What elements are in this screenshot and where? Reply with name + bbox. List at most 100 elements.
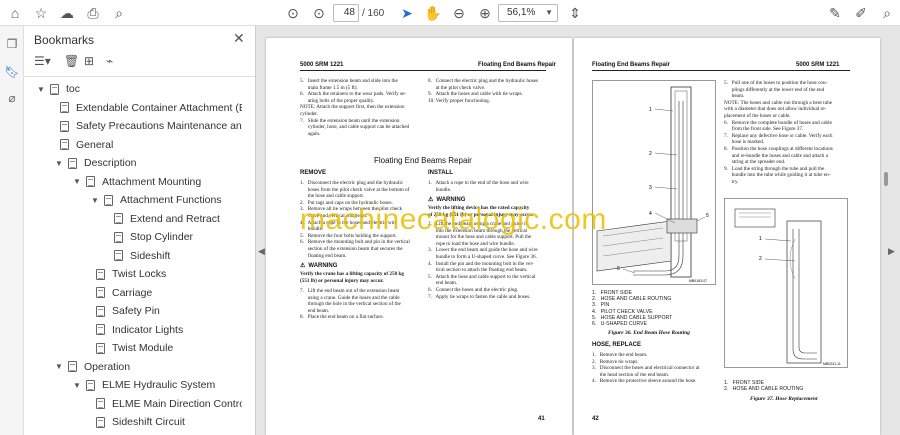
install-warning-label: WARNING	[428, 196, 465, 203]
text-line: bundle into the tube while guiding it at…	[724, 172, 831, 179]
figure-37-drawing: 1 2 MB0231-11	[734, 208, 841, 366]
text-line: 5. Insert the extension beam and slide i…	[300, 78, 398, 84]
select-cursor-icon[interactable]: ➤	[398, 4, 416, 22]
chevron-down-icon[interactable]: ▼	[90, 196, 100, 205]
bookmark-icon	[96, 268, 105, 280]
bookmark-item[interactable]: Safety Precautions Maintenance and Repai…	[60, 117, 242, 135]
text-line: through the hole in the vertical section…	[300, 301, 401, 308]
bookmark-item[interactable]: Carriage	[96, 284, 152, 302]
chevron-down-icon[interactable]: ▼	[36, 85, 46, 94]
page-number: 42	[592, 416, 599, 422]
text-line: 7. Replace any defective hose or cable. …	[724, 132, 833, 139]
bookmark-item[interactable]: ▼ ELME Hydraulic System	[72, 376, 215, 394]
col2-top-text: 8. Connect the electric plug and the hyd…	[428, 78, 550, 104]
page-number: 41	[538, 416, 545, 422]
bookmark-item[interactable]: ▼ Attachment Mounting	[72, 173, 201, 191]
callout-1: 1	[649, 107, 652, 113]
bookmark-item[interactable]: Sideshift Circuit	[96, 413, 185, 431]
figure-36-end-beam-hose-routing: 1 2 3 4 5 6 MB0163-07	[592, 80, 716, 285]
text-line: tical section to attach the floating end…	[428, 267, 528, 274]
bookmark-item[interactable]: Extendable Container Attachment (Elme)	[60, 99, 242, 117]
bookmark-item[interactable]: Stop Cylinder	[114, 228, 193, 246]
home-icon[interactable]: ⌂	[6, 4, 24, 22]
bookmark-icon	[60, 102, 69, 113]
figure-code: MB0231-11	[823, 362, 841, 366]
bookmark-item[interactable]: Sideshift	[114, 247, 170, 265]
bookmark-star-icon[interactable]: ☆	[32, 4, 50, 22]
page-header-right: Floating End Beams Repair	[478, 62, 557, 68]
bookmark-item[interactable]: General	[60, 136, 113, 154]
bookmarks-icon[interactable]: 🔖︎	[4, 64, 20, 80]
chevron-down-icon[interactable]: ▼	[54, 159, 64, 168]
bookmark-icon	[86, 379, 95, 391]
page-header-left: 5000 SRM 1221	[300, 62, 344, 68]
next-page-icon[interactable]: ⊙	[310, 4, 328, 22]
search-icon[interactable]: ⌕	[878, 4, 896, 22]
text-line: at the pilot check valve.	[428, 84, 486, 91]
chevron-down-icon[interactable]: ▼	[72, 177, 82, 186]
bookmark-item[interactable]: ▼ Attachment Functions	[90, 191, 222, 209]
scroll-left-icon[interactable]: ◀	[258, 246, 265, 257]
add-bookmark-icon[interactable]: ⊞	[84, 54, 94, 70]
callout-2: 2	[759, 256, 762, 262]
figure-37-legend: 1. FRONT SIDE 2. HOSE AND CABLE ROUTING	[724, 380, 848, 392]
scroll-right-icon[interactable]: ▶	[888, 246, 895, 257]
page-42: Floating End Beams Repair 5000 SRM 1221	[574, 38, 880, 435]
close-icon[interactable]: ✕	[233, 30, 245, 47]
page-total: / 160	[362, 8, 385, 19]
document-scrollbar[interactable]	[884, 172, 888, 186]
options-menu-icon[interactable]: ☰▾	[34, 54, 51, 70]
text-line: 8. Place the end beam on a flat surface.	[300, 314, 384, 321]
text-line: 9. Load the string through the tube and …	[724, 165, 825, 172]
tools-pen-icon[interactable]: ✐	[852, 4, 870, 22]
bookmark-icon	[86, 176, 95, 187]
hand-tool-icon[interactable]: ✋	[424, 4, 442, 22]
bookmark-label: General	[76, 138, 114, 151]
bookmark-item[interactable]: Safety Pin	[96, 302, 160, 320]
page-header-left: Floating End Beams Repair	[592, 62, 671, 68]
text-line: 6. Attach the retainers to the wear pads…	[300, 91, 407, 98]
col1-top-text: 5. Insert the extension beam and slide i…	[300, 78, 422, 137]
text-line: the head section of the end beam.	[592, 371, 670, 378]
chevron-down-icon[interactable]: ▼	[72, 381, 82, 390]
sign-pen-icon[interactable]: ✎	[826, 4, 844, 22]
chevron-down-icon[interactable]: ▼	[54, 362, 64, 371]
text-line: 2. HOSE AND CABLE ROUTING	[724, 386, 804, 393]
left-rail: ❐ 🔖︎ ⌀	[0, 26, 24, 435]
zoom-level-select[interactable]: 56,1% ▼	[498, 4, 558, 22]
zoom-level-value: 56,1%	[507, 7, 536, 18]
bookmark-item[interactable]: Twist Module	[96, 339, 173, 357]
bookmark-item[interactable]: Twist Locks	[96, 265, 166, 283]
delete-bookmark-icon[interactable]: 🗑︎	[64, 54, 79, 70]
bookmark-tag-icon[interactable]: ⌁	[106, 54, 113, 70]
toolbar: ⌂ ☆ ☁ ⎙ ⌕ ⊙ ⊙ 48 / 160 ➤ ✋ ⊖ ⊕ 56,1% ▼ ⇕…	[0, 0, 900, 26]
text-line: 8. Connect the electric plug and the hyd…	[428, 78, 538, 84]
page-thumbnails-icon[interactable]: ❐	[4, 36, 20, 52]
print-icon[interactable]: ⎙	[84, 4, 102, 22]
zoom-in-icon[interactable]: ⊕	[476, 4, 494, 22]
bookmark-label: Description	[84, 157, 137, 169]
page-header-right: 5000 SRM 1221	[796, 62, 840, 68]
bookmark-item[interactable]: Extend and Retract	[114, 210, 220, 228]
callout-1: 1	[759, 236, 762, 242]
bookmark-item[interactable]: ▼ Description	[54, 154, 137, 172]
zoom-out-icon[interactable]: ⊖	[450, 4, 468, 22]
bookmark-item[interactable]: Indicator Lights	[96, 321, 183, 339]
text-line: 7. Apply tie wraps to fasten the cable a…	[428, 293, 531, 300]
remove-steps-2: 7. Lift the end beam out of the extensio…	[300, 288, 422, 321]
text-line: 9. Attach the hoses and cable with tie w…	[428, 91, 523, 98]
bookmark-item[interactable]: ELME Main Direction Control Valve	[96, 395, 242, 413]
remove-heading: REMOVE	[300, 170, 327, 176]
bookmark-label: Operation	[84, 360, 131, 373]
fit-page-icon[interactable]: ⇕	[566, 4, 584, 22]
page-number-input[interactable]: 48	[333, 4, 359, 22]
text-line: 1. Attach a rope to the end of the hose …	[428, 180, 529, 186]
upload-cloud-icon[interactable]: ☁	[58, 4, 76, 22]
bookmark-item[interactable]: ▼ Operation	[54, 358, 130, 376]
zoom-search-icon[interactable]: ⌕	[110, 4, 128, 22]
text-line: section of the extension beam that secur…	[300, 245, 403, 252]
attachments-icon[interactable]: ⌀	[4, 90, 20, 106]
prev-page-icon[interactable]: ⊙	[284, 4, 302, 22]
bookmark-label: Safety Precautions Maintenance and Repai…	[76, 120, 242, 132]
bookmark-item[interactable]: ▼ toc	[36, 80, 80, 98]
